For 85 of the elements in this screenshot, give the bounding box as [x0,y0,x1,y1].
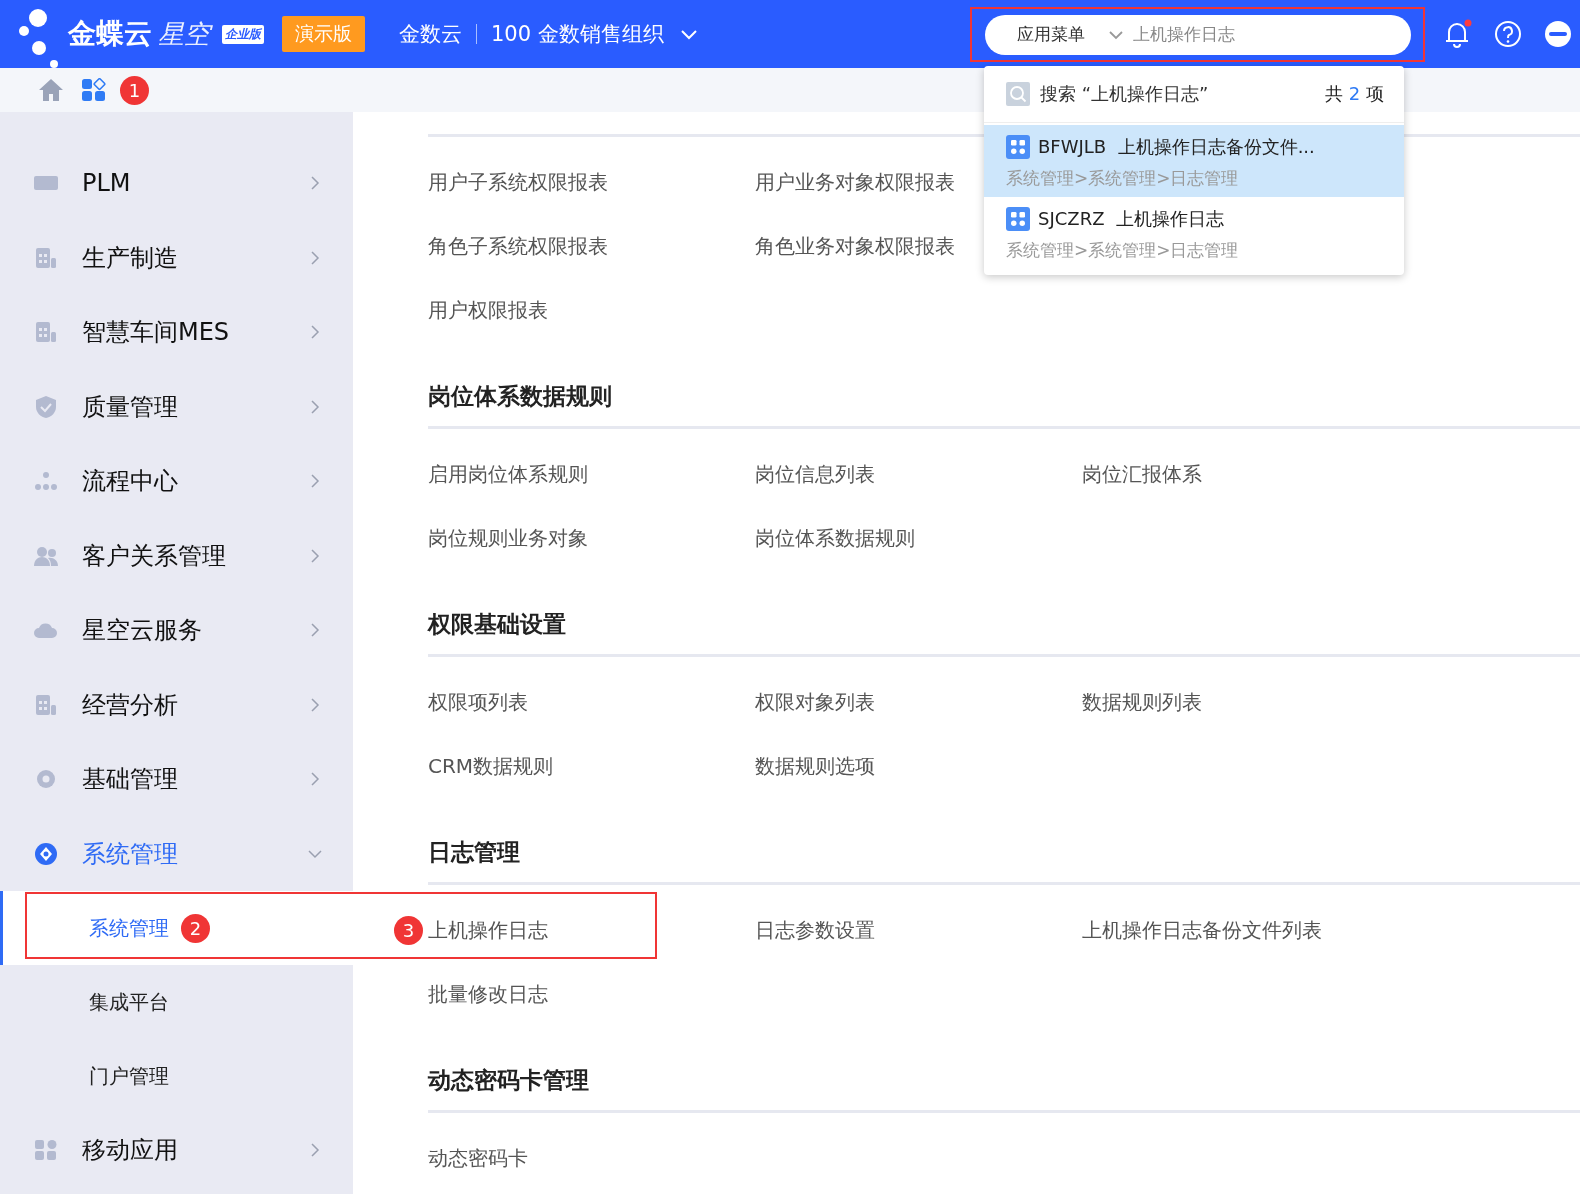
search-icon [1006,82,1030,106]
logo-text: 金蝶云 [68,16,152,52]
scope-selector[interactable]: 应用菜单 [1017,23,1085,46]
menu-link[interactable]: 动态密码卡 [428,1144,528,1172]
search-query: 搜索 “上机操作日志” [1040,82,1210,106]
menu-item[interactable]: 流程中心 [0,444,353,519]
menu-link[interactable]: 权限项列表 [428,688,528,716]
submenu-label: 系统管理 [89,914,169,942]
menu-label: 移动应用 [82,1135,179,1167]
menu-label: 流程中心 [82,466,179,498]
menu-item[interactable]: 系统管理 [0,816,353,891]
menu-link[interactable]: 批量修改日志 [428,980,548,1008]
menu-link[interactable]: 岗位信息列表 [755,460,875,488]
menu-label: 质量管理 [82,391,179,423]
result-path: 系统管理>系统管理>日志管理 [1006,167,1240,190]
menu-label: 智慧车间MES [82,317,231,349]
chevron-down-icon [679,28,698,40]
menu-link[interactable]: 用户权限报表 [428,296,548,324]
section-title: 岗位体系数据规则 [428,381,613,411]
menu-link[interactable]: 日志参数设置 [755,916,875,944]
search-field[interactable]: 应用菜单 上机操作日志 [985,14,1411,55]
menu-link[interactable]: 上机操作日志备份文件列表 [1082,916,1322,944]
menu-item[interactable]: 质量管理 [0,369,353,444]
menu-link[interactable]: 岗位规则业务对象 [428,524,588,552]
section-title: 权限基础设置 [428,609,567,639]
search-result[interactable]: BFWJLB 上机操作日志备份文件... 系统管理>系统管理>日志管理 [984,125,1404,197]
menu-label: 基础管理 [82,764,179,796]
menu-item[interactable]: 移动应用 [0,1113,353,1188]
help-icon[interactable] [1494,20,1522,48]
menu-label: 生产制造 [82,242,179,274]
menu-link[interactable]: 数据规则选项 [755,752,875,780]
menu-item[interactable]: PLM [0,146,353,221]
menu-item[interactable]: 星空云服务 [0,593,353,668]
menu-label: 经营分析 [82,689,179,721]
app-icon [1006,207,1030,231]
submenu-label: 集成平台 [89,988,169,1016]
menu-link[interactable]: 权限对象列表 [755,688,875,716]
menu-link[interactable]: 用户业务对象权限报表 [755,168,955,196]
step-badge: 2 [181,913,210,943]
org-selector[interactable]: 100 金数销售组织 [491,20,698,48]
chevron-down-icon [1109,29,1123,40]
step-badge: 3 [394,915,423,945]
submenu-item[interactable]: 门户管理 [0,1039,353,1113]
menu-link[interactable]: 上机操作日志 [428,916,548,944]
module-icon [33,394,59,419]
menu-link[interactable]: CRM数据规则 [428,752,554,780]
result-path: 系统管理>系统管理>日志管理 [1006,239,1240,262]
search-value: 上机操作日志 [1133,23,1235,46]
apps-icon[interactable] [82,78,106,102]
submenu-label: 门户管理 [89,1062,169,1090]
menu-link[interactable]: 岗位体系数据规则 [755,524,915,552]
more-icon[interactable] [1544,20,1572,48]
menu-item[interactable]: 经营分析 [0,667,353,742]
module-icon [33,320,59,345]
menu-item[interactable]: 生产制造 [0,220,353,295]
demo-tag: 演示版 [282,16,365,52]
submenu-item[interactable]: 集成平台 [0,965,353,1039]
section-title: 日志管理 [428,837,521,867]
menu-link[interactable]: 启用岗位体系规则 [428,460,588,488]
menu-link[interactable]: 数据规则列表 [1082,688,1202,716]
menu-item[interactable]: 客户关系管理 [0,518,353,593]
module-icon [33,692,59,717]
menu-link[interactable]: 用户子系统权限报表 [428,168,608,196]
menu-label: PLM [82,169,132,198]
menu-label: 星空云服务 [82,615,203,647]
menu-item[interactable]: 基础管理 [0,742,353,817]
step-badge: 1 [120,75,149,105]
submenu-item[interactable]: 系统管理 2 [0,891,353,965]
module-icon [33,245,59,270]
search-result[interactable]: SJCZRZ 上机操作日志 系统管理>系统管理>日志管理 [984,197,1404,269]
module-icon [33,841,59,866]
menu-link[interactable]: 角色业务对象权限报表 [755,232,955,260]
menu-label: 客户关系管理 [82,540,227,572]
menu-item[interactable]: 智慧车间MES [0,295,353,370]
app-icon [1006,135,1030,159]
edition-tag: 企业版 [222,24,264,44]
menu-link[interactable]: 岗位汇报体系 [1082,460,1202,488]
menu-label: 系统管理 [82,838,179,870]
tenant-name[interactable]: 金数云 [399,20,462,48]
result-title: SJCZRZ 上机操作日志 [1038,207,1224,231]
module-icon [33,1138,59,1163]
result-title: BFWJLB 上机操作日志备份文件... [1038,135,1315,159]
section-title: 动态密码卡管理 [428,1065,590,1095]
result-count: 共 2 项 [1325,82,1384,106]
menu-link[interactable]: 角色子系统权限报表 [428,232,608,260]
